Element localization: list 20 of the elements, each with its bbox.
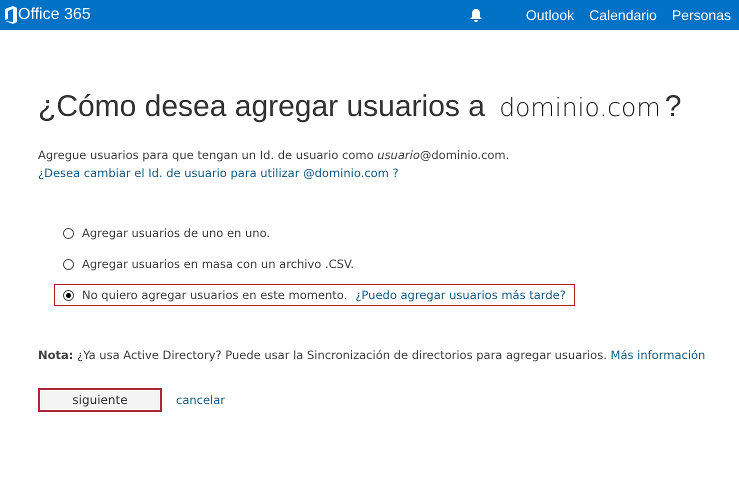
radio-button[interactable] [63, 228, 74, 238]
cancel-link[interactable]: cancelar [176, 393, 226, 407]
radio-button[interactable] [63, 258, 74, 270]
page-heading: ¿Cómo desea agregar usuarios a dominio.com? [38, 90, 682, 124]
radio-button[interactable] [63, 290, 74, 300]
option-label[interactable]: No quiero agregar usuarios en este momento. [82, 288, 348, 302]
nav-link[interactable]: Personas [672, 7, 731, 23]
intro-text: Agregue usuarios para que tengan un Id. de usuario como usuario@dominio.com. [38, 148, 510, 162]
note-text: Nota: ¿Ya usa Active Directory? Puede usar la Sincronización de directorios para agregar usuarios. [38, 348, 607, 362]
option-label[interactable]: Agregar usuarios de uno en uno. [82, 226, 270, 240]
office-logo-icon [4, 6, 18, 24]
change-id-link[interactable]: ¿Desea cambiar el Id. de usuario para utilizar @dominio.com ? [38, 166, 399, 180]
nav-link[interactable]: Calendario [589, 7, 657, 23]
more-info-link[interactable]: Más información [610, 348, 706, 362]
nav-link[interactable]: Outlook [526, 7, 574, 23]
bell-icon[interactable] [468, 8, 483, 22]
later-link[interactable]: ¿Puedo agregar usuarios más tarde? [355, 288, 566, 302]
next-button[interactable]: siguiente [38, 388, 162, 412]
option-label[interactable]: Agregar usuarios en masa con un archivo .CSV. [82, 257, 354, 271]
brand-name[interactable]: Office 365 [18, 6, 91, 24]
